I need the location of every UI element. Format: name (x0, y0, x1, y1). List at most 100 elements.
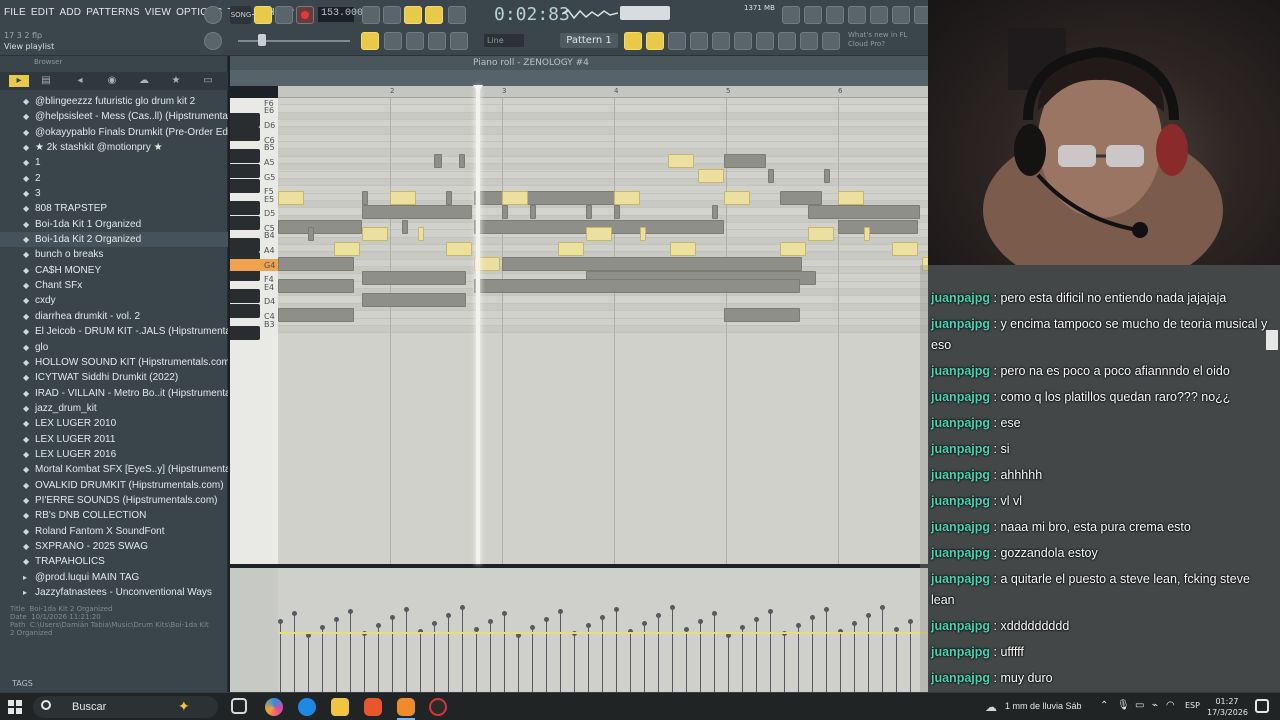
tags-label[interactable]: TAGS (12, 679, 33, 688)
note-ghost[interactable] (824, 168, 830, 183)
view-browser-icon[interactable] (756, 32, 774, 50)
velocity-stem[interactable] (348, 609, 353, 698)
browser-all-icon[interactable]: ▸ (9, 75, 29, 87)
velocity-stem[interactable] (838, 629, 843, 698)
record-button[interactable] (296, 6, 314, 24)
velocity-stem[interactable] (362, 631, 367, 698)
fl-studio-icon[interactable] (397, 698, 415, 716)
playhead-marker[interactable] (473, 85, 483, 93)
master-slider-handle[interactable] (258, 34, 266, 46)
note-selected[interactable] (586, 227, 612, 242)
slice-tool-icon[interactable] (406, 32, 424, 50)
browser-cloud-icon[interactable]: ☁ (138, 75, 150, 87)
note-ghost[interactable] (474, 190, 624, 205)
news-panel[interactable]: What's new in FL Cloud Pro? (848, 31, 926, 49)
time-ruler[interactable]: 2 3 4 5 6 (278, 86, 928, 98)
note-selected[interactable] (668, 153, 694, 168)
velocity-stem[interactable] (782, 631, 787, 698)
note-ghost[interactable] (502, 256, 802, 271)
song-mode-button[interactable]: SONG (230, 6, 252, 24)
note-ghost[interactable] (586, 205, 592, 220)
velocity-stem[interactable] (866, 613, 871, 698)
note-ghost[interactable] (838, 219, 918, 234)
playlist-icon[interactable] (848, 6, 866, 24)
velocity-stem[interactable] (824, 607, 829, 698)
velocity-stem[interactable] (530, 625, 535, 698)
note-ghost[interactable] (614, 205, 620, 220)
browser-item[interactable]: ◆ IRAD - VILLAIN - Metro Bo..it (Hipstrum… (0, 386, 228, 401)
browser-item[interactable]: ◆ LEX LUGER 2010 (0, 416, 228, 431)
browser-item[interactable]: ◆ ICYTWAT Siddhi Drumkit (2022) (0, 370, 228, 385)
browser-plugins-icon[interactable]: ◂ (74, 75, 86, 87)
note-ghost[interactable] (278, 256, 354, 271)
chat-username[interactable]: juanpajpg (931, 671, 990, 685)
note-selected[interactable] (614, 190, 640, 205)
note-ghost[interactable] (712, 205, 718, 220)
chat-username[interactable]: juanpajpg (931, 546, 990, 560)
note-ghost[interactable] (724, 153, 766, 168)
browser-item[interactable]: ◆ glo (0, 340, 228, 355)
velocity-stem[interactable] (474, 627, 479, 698)
browser-item[interactable]: ◆ LEX LUGER 2011 (0, 432, 228, 447)
note-ghost[interactable] (402, 219, 408, 234)
chat-username[interactable]: juanpajpg (931, 645, 990, 659)
note-selected[interactable] (698, 168, 724, 183)
black-key[interactable] (230, 178, 260, 193)
velocity-stem[interactable] (894, 627, 899, 698)
note-selected[interactable] (892, 242, 918, 256)
microphone-icon[interactable]: 🎙 (1117, 700, 1130, 711)
browser-favorites-icon[interactable]: ★ (170, 75, 182, 87)
browser-item[interactable]: ▸ Jazzyfatnastees - Unconventional Ways (0, 585, 228, 600)
note-selected[interactable] (558, 242, 584, 256)
note-selected[interactable] (446, 242, 472, 256)
browser-item[interactable]: ◆ TRAPAHOLICS (0, 554, 228, 569)
black-key[interactable] (230, 127, 260, 142)
note-ghost[interactable] (768, 168, 774, 183)
snap-icon[interactable] (361, 32, 379, 50)
browser-folder-icon[interactable]: ▭ (202, 75, 214, 87)
master-pitch-knob[interactable] (204, 32, 222, 50)
velocity-stem[interactable] (852, 621, 857, 698)
browser-item[interactable]: ◆ 808 TRAPSTEP (0, 201, 228, 216)
black-key[interactable] (230, 237, 260, 252)
note-ghost[interactable] (278, 308, 354, 323)
note-ghost[interactable] (530, 205, 536, 220)
note-ghost[interactable] (362, 293, 466, 308)
browser-sandbox-icon[interactable]: ◉ (106, 75, 118, 87)
language-indicator[interactable]: ESP (1185, 701, 1200, 710)
note-selected[interactable] (864, 227, 870, 242)
chat-username[interactable]: juanpajpg (931, 416, 990, 430)
edge-icon[interactable] (298, 698, 316, 716)
velocity-stem[interactable] (726, 633, 731, 698)
browser-item[interactable]: ◆ 3 (0, 186, 228, 201)
weather-text[interactable]: 1 mm de lluvia Sáb (1005, 701, 1082, 711)
clock[interactable]: 01:27 17/3/2026 (1207, 696, 1248, 718)
new-pattern-icon[interactable] (624, 32, 642, 50)
menu-view[interactable]: VIEW (145, 7, 171, 18)
velocity-stem[interactable] (628, 629, 633, 698)
note-ghost[interactable] (278, 219, 362, 234)
task-view-icon[interactable] (231, 698, 247, 714)
note-selected[interactable] (502, 190, 528, 205)
velocity-stem[interactable] (572, 631, 577, 698)
velocity-stem[interactable] (376, 623, 381, 698)
tempo-display[interactable]: 153.000 (318, 7, 363, 22)
note-selected[interactable] (640, 227, 646, 242)
note-ghost[interactable] (474, 278, 800, 293)
black-key[interactable] (230, 289, 260, 304)
velocity-stem[interactable] (656, 613, 661, 698)
pattern-selector[interactable]: Pattern 1 (560, 33, 618, 48)
velocity-stem[interactable] (600, 615, 605, 698)
velocity-stem[interactable] (642, 621, 647, 698)
velocity-stem[interactable] (460, 605, 465, 698)
chat-username[interactable]: juanpajpg (931, 390, 990, 404)
black-key[interactable] (230, 149, 260, 164)
view-piano-roll-icon[interactable] (690, 32, 708, 50)
view-touch-icon[interactable] (800, 32, 818, 50)
note-ghost[interactable] (362, 205, 472, 220)
browser-item[interactable]: ◆ 2 (0, 171, 228, 186)
mixer-icon[interactable] (782, 6, 800, 24)
browser-icon[interactable] (870, 6, 888, 24)
note-ghost[interactable] (780, 190, 822, 205)
chat-username[interactable]: juanpajpg (931, 291, 990, 305)
